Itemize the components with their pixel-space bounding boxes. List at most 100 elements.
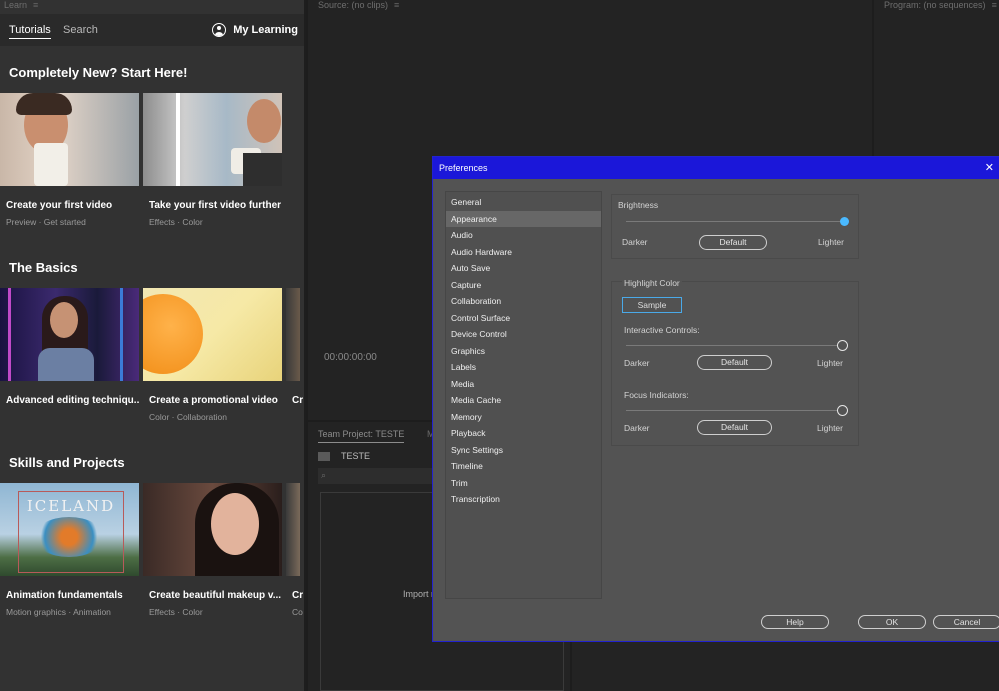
source-timecode: 00:00:00:00 — [324, 352, 377, 363]
tag: Effects — [149, 607, 175, 617]
focus-indicators-slider-handle[interactable] — [836, 405, 848, 416]
tutorial-thumbnail[interactable] — [0, 93, 139, 186]
category-item[interactable]: General — [446, 194, 601, 210]
category-item[interactable]: Appearance — [446, 210, 601, 227]
tutorial-thumbnail[interactable] — [143, 288, 282, 381]
folder-icon — [318, 452, 330, 461]
card-title[interactable]: Take your first video further — [149, 200, 283, 211]
card-title[interactable]: Create your first video — [6, 200, 140, 211]
brightness-group: Brightness Darker Default Lighter — [611, 194, 859, 259]
card-title[interactable]: Create beautiful makeup v... — [149, 590, 283, 601]
tab-search[interactable]: Search — [63, 24, 98, 36]
tutorial-thumbnail[interactable]: ICELAND — [0, 483, 139, 576]
learn-tab-label: Learn — [4, 0, 28, 10]
lighter-label: Lighter — [818, 237, 844, 247]
card-tags: Color · Collaboration — [149, 412, 227, 422]
search-icon: ⌕ — [321, 470, 327, 480]
my-learning-label: My Learning — [233, 24, 298, 36]
card-tags: Effects · Color — [149, 217, 203, 227]
category-item[interactable]: Audio — [446, 227, 601, 243]
darker-label: Darker — [624, 423, 650, 433]
card-tags: Preview · Get started — [6, 217, 86, 227]
category-item[interactable]: Capture — [446, 277, 601, 293]
category-item[interactable]: Graphics — [446, 343, 601, 359]
my-learning-button[interactable]: My Learning — [212, 23, 298, 37]
highlight-sample-swatch[interactable]: Sample — [622, 297, 682, 313]
close-icon[interactable]: ✕ — [985, 161, 994, 174]
highlight-color-label: Highlight Color — [622, 278, 682, 288]
card-title[interactable]: Cr — [292, 395, 304, 406]
dialog-title-bar[interactable]: Preferences ✕ — [433, 157, 999, 179]
tag: Motion graphics — [6, 607, 67, 617]
category-item[interactable]: Transcription — [446, 491, 601, 507]
ok-button[interactable]: OK — [858, 615, 926, 629]
project-name: TESTE — [341, 451, 371, 461]
interactive-controls-slider-handle[interactable] — [836, 340, 848, 351]
tag: Color — [182, 607, 203, 617]
lighter-label: Lighter — [817, 423, 843, 433]
section-title: Completely New? Start Here! — [9, 65, 188, 80]
focus-indicators-slider-track[interactable] — [626, 410, 842, 411]
darker-label: Darker — [624, 358, 650, 368]
tag: Preview — [6, 217, 37, 227]
focus-default-button[interactable]: Default — [697, 420, 772, 435]
brightness-slider-track[interactable] — [626, 221, 844, 222]
section-title: The Basics — [9, 260, 78, 275]
program-panel-tab[interactable]: Program: (no sequences) ≡ — [884, 0, 997, 10]
card-tags: Co — [292, 607, 303, 617]
category-item[interactable]: Control Surface — [446, 310, 601, 326]
tutorial-thumbnail[interactable] — [286, 288, 300, 381]
project-tab[interactable]: Team Project: TESTE — [318, 429, 405, 443]
category-list: General Appearance Audio Audio Hardware Auto… — [445, 191, 602, 599]
tutorial-thumbnail[interactable] — [143, 483, 282, 576]
focus-indicators-label: Focus Indicators: — [624, 390, 689, 400]
tutorial-thumbnail[interactable] — [286, 483, 300, 576]
category-item[interactable]: Device Control — [446, 326, 601, 342]
card-title[interactable]: Advanced editing techniqu... — [6, 395, 140, 406]
panel-menu-icon[interactable]: ≡ — [33, 0, 38, 10]
card-tags: Effects · Color — [149, 607, 203, 617]
card-tags: Motion graphics · Animation — [6, 607, 111, 617]
tag: Get started — [43, 217, 86, 227]
brightness-default-button[interactable]: Default — [699, 235, 767, 250]
program-tab-label: Program: (no sequences) — [884, 0, 986, 10]
category-item[interactable]: Labels — [446, 359, 601, 375]
category-item[interactable]: Collaboration — [446, 293, 601, 309]
darker-label: Darker — [622, 237, 648, 247]
category-item[interactable]: Memory — [446, 409, 601, 425]
tutorial-thumbnail[interactable] — [143, 93, 282, 186]
highlight-color-group: Highlight Color Sample Interactive Contr… — [611, 278, 859, 446]
category-item[interactable]: Trim — [446, 475, 601, 491]
category-item[interactable]: Media Cache — [446, 392, 601, 408]
category-item[interactable]: Auto Save — [446, 260, 601, 276]
card-title[interactable]: Cr — [292, 590, 304, 601]
brightness-label: Brightness — [618, 200, 659, 210]
interactive-controls-label: Interactive Controls: — [624, 325, 700, 335]
lighter-label: Lighter — [817, 358, 843, 368]
cancel-button[interactable]: Cancel — [933, 615, 999, 629]
tab-tutorials[interactable]: Tutorials — [9, 24, 51, 39]
category-item[interactable]: Timeline — [446, 458, 601, 474]
interactive-default-button[interactable]: Default — [697, 355, 772, 370]
user-icon — [212, 23, 227, 37]
source-panel-tab[interactable]: Source: (no clips) ≡ — [318, 0, 399, 10]
tag: Color — [149, 412, 170, 422]
category-item[interactable]: Playback — [446, 425, 601, 441]
card-title[interactable]: Animation fundamentals — [6, 590, 140, 601]
brightness-slider-handle[interactable] — [839, 217, 849, 226]
card-title[interactable]: Create a promotional video — [149, 395, 283, 406]
panel-menu-icon[interactable]: ≡ — [992, 0, 997, 10]
category-item[interactable]: Media — [446, 376, 601, 392]
interactive-controls-slider-track[interactable] — [626, 345, 842, 346]
section-title: Skills and Projects — [9, 455, 125, 470]
help-button[interactable]: Help — [761, 615, 829, 629]
panel-menu-icon[interactable]: ≡ — [394, 0, 399, 10]
tutorial-thumbnail[interactable] — [0, 288, 139, 381]
learn-panel: Learn ≡ Tutorials Search My Learning Comp… — [0, 0, 306, 691]
category-item[interactable]: Sync Settings — [446, 442, 601, 458]
tag: Color — [182, 217, 203, 227]
learn-panel-tab[interactable]: Learn ≡ — [4, 0, 38, 10]
tag: Collaboration — [176, 412, 227, 422]
tag: Effects — [149, 217, 175, 227]
category-item[interactable]: Audio Hardware — [446, 244, 601, 260]
